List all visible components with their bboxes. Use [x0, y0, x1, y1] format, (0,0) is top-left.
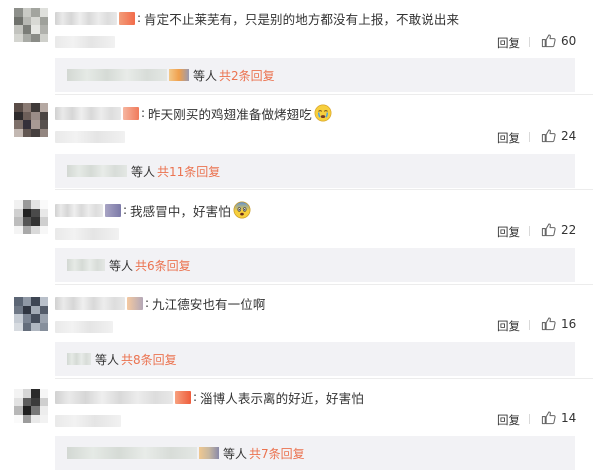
- avatar[interactable]: [14, 200, 48, 234]
- colon: :: [137, 11, 142, 25]
- sub-replier-names-blurred: [67, 447, 197, 459]
- comment-line: : 淄博人表示离的好近，好害怕: [55, 387, 364, 407]
- sub-replies-people: 等人: [95, 352, 120, 367]
- timestamp-blurred: [55, 321, 113, 333]
- comment-text: 淄博人表示离的好近，好害怕: [200, 390, 364, 406]
- reply-button[interactable]: 回复: [497, 130, 520, 146]
- comment-item: : 淄博人表示离的好近，好害怕 回复 14 等人 共7条回复: [0, 379, 593, 474]
- colon: :: [193, 390, 198, 404]
- reply-button[interactable]: 回复: [497, 412, 520, 428]
- thumbs-up-icon: [541, 411, 556, 425]
- like-button[interactable]: 24: [541, 128, 576, 143]
- like-count: 24: [561, 128, 577, 143]
- username-blurred[interactable]: [55, 390, 173, 404]
- sub-replies-box[interactable]: 等人 共7条回复: [55, 436, 575, 470]
- like-count: 14: [561, 410, 577, 425]
- avatar[interactable]: [14, 297, 48, 331]
- avatar[interactable]: [14, 103, 48, 137]
- thumbs-up-icon: [541, 317, 556, 331]
- comment-item: : 昨天刚买的鸡翅准备做烤翅吃 回复 24 等人 共11条回复: [0, 95, 593, 190]
- username-blurred[interactable]: [55, 203, 103, 217]
- crying-face-emoji: [314, 104, 332, 122]
- sub-replies-box[interactable]: 等人 共11条回复: [55, 154, 575, 188]
- sub-replies-link[interactable]: 共11条回复: [157, 163, 220, 180]
- sub-replier-names-blurred: [67, 353, 91, 365]
- sub-replies-people: 等人: [109, 258, 134, 273]
- reply-button[interactable]: 回复: [497, 35, 520, 51]
- divider: [529, 226, 530, 236]
- user-badge: [127, 296, 143, 310]
- reply-button[interactable]: 回复: [497, 318, 520, 334]
- timestamp-blurred: [55, 228, 119, 240]
- sub-replies-link[interactable]: 共8条回复: [121, 351, 177, 368]
- comment-line: : 昨天刚买的鸡翅准备做烤翅吃: [55, 103, 332, 123]
- user-badge: [119, 11, 135, 25]
- sub-replies-people: 等人: [193, 68, 218, 83]
- timestamp-blurred: [55, 36, 115, 48]
- comment-line: : 九江德安也有一位啊: [55, 293, 265, 313]
- comment-text: 九江德安也有一位啊: [152, 296, 266, 312]
- sub-replies-link[interactable]: 共2条回复: [219, 67, 275, 84]
- sub-replies-box[interactable]: 等人 共8条回复: [55, 342, 575, 376]
- like-count: 60: [561, 33, 577, 48]
- like-count: 22: [561, 222, 577, 237]
- sub-replier-badge: [169, 69, 189, 81]
- thumbs-up-icon: [541, 223, 556, 237]
- username-blurred[interactable]: [55, 11, 117, 25]
- sub-replies-link[interactable]: 共7条回复: [249, 445, 305, 462]
- like-button[interactable]: 14: [541, 410, 576, 425]
- sub-replies-box[interactable]: 等人 共2条回复: [55, 58, 575, 92]
- like-button[interactable]: 16: [541, 316, 576, 331]
- avatar[interactable]: [14, 8, 48, 42]
- sub-replies-people: 等人: [131, 164, 156, 179]
- colon: :: [141, 106, 146, 120]
- comment-item: : 肯定不止莱芜有，只是别的地方都没有上报，不敢说出来 回复 60 等人 共2条…: [0, 0, 593, 95]
- user-badge: [105, 203, 121, 217]
- sub-replies-people: 等人: [223, 446, 248, 461]
- reply-button[interactable]: 回复: [497, 224, 520, 240]
- sub-replier-names-blurred: [67, 69, 167, 81]
- divider: [529, 37, 530, 47]
- comment-line: : 我感冒中，好害怕: [55, 200, 251, 220]
- sub-replies-link[interactable]: 共6条回复: [135, 257, 191, 274]
- comment-text: 昨天刚买的鸡翅准备做烤翅吃: [148, 106, 312, 122]
- fearful-face-emoji: [233, 201, 251, 219]
- thumbs-up-icon: [541, 34, 556, 48]
- sub-replies-box[interactable]: 等人 共6条回复: [55, 248, 575, 282]
- sub-replier-names-blurred: [67, 259, 105, 271]
- sub-replier-names-blurred: [67, 165, 127, 177]
- username-blurred[interactable]: [55, 296, 125, 310]
- avatar[interactable]: [14, 389, 48, 423]
- like-count: 16: [561, 316, 577, 331]
- divider: [529, 414, 530, 424]
- divider: [529, 132, 530, 142]
- colon: :: [123, 203, 128, 217]
- like-button[interactable]: 22: [541, 222, 576, 237]
- sub-replier-badge: [199, 447, 219, 459]
- comment-text: 肯定不止莱芜有，只是别的地方都没有上报，不敢说出来: [144, 11, 460, 27]
- user-badge: [175, 390, 191, 404]
- timestamp-blurred: [55, 415, 121, 427]
- colon: :: [145, 296, 150, 310]
- comment-item: : 九江德安也有一位啊 回复 16 等人 共8条回复: [0, 285, 593, 380]
- username-blurred[interactable]: [55, 106, 121, 120]
- comment-text: 我感冒中，好害怕: [130, 203, 231, 219]
- user-badge: [123, 106, 139, 120]
- thumbs-up-icon: [541, 129, 556, 143]
- like-button[interactable]: 60: [541, 33, 576, 48]
- divider: [529, 320, 530, 330]
- timestamp-blurred: [55, 131, 125, 143]
- comment-line: : 肯定不止莱芜有，只是别的地方都没有上报，不敢说出来: [55, 8, 459, 28]
- comment-item: : 我感冒中，好害怕 回复 22 等人 共6条回复: [0, 190, 593, 285]
